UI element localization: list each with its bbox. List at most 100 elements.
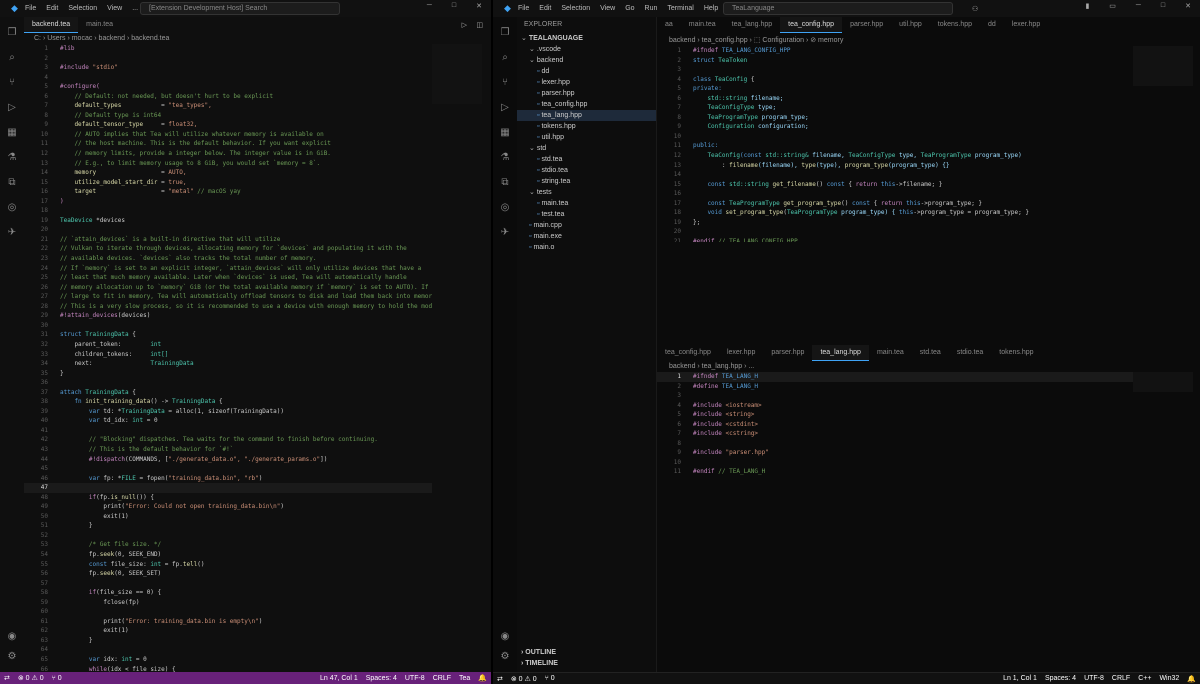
menu-selection[interactable]: Selection [63, 5, 102, 12]
editor-tab[interactable]: lexer.hpp [719, 345, 763, 361]
code-line[interactable]: 14 memory = AUTO, [24, 168, 432, 178]
tree-file[interactable]: ▫ main.exe [517, 231, 656, 242]
code-line[interactable]: 11 // the host machine. This is the defa… [24, 139, 432, 149]
code-line[interactable]: 9 #include "parser.hpp" [657, 448, 1133, 458]
indentation[interactable]: Spaces: 4 [362, 675, 401, 682]
code-line[interactable]: 9 Configuration configuration; [657, 122, 1133, 132]
code-line[interactable]: 64 [24, 645, 432, 655]
code-line[interactable]: 22 // Vulkan to iterate through devices, … [24, 244, 432, 254]
tree-file[interactable]: ▫ main.cpp [517, 220, 656, 231]
code-line[interactable]: 55 const file_size: int = fp.tell() [24, 560, 432, 570]
copilot-icon[interactable]: ⚇ [967, 5, 983, 13]
code-line[interactable]: 24 // If `memory` is set to an explicit i… [24, 264, 432, 274]
language-mode[interactable]: C++ [1134, 675, 1155, 682]
editor-tab[interactable]: lexer.hpp [1004, 17, 1048, 33]
account-icon[interactable]: ◉ [501, 631, 510, 642]
code-line[interactable]: 21 // `attain_devices` is a built-in dire… [24, 235, 432, 245]
code-line[interactable]: 56 fp.seek(0, SEEK_SET) [24, 569, 432, 579]
code-line[interactable]: 11 public: [657, 141, 1133, 151]
tree-folder[interactable]: ⌄ tests [517, 187, 656, 198]
problems-indicator[interactable]: ⊗ 0 ⚠ 0 [14, 674, 48, 682]
tree-file[interactable]: ▫ stdio.tea [517, 165, 656, 176]
python-icon[interactable]: ◎ [8, 202, 17, 213]
code-line[interactable]: 46 var fp: *FILE = fopen("training_data.… [24, 474, 432, 484]
rocket-icon[interactable]: ✈ [8, 227, 16, 238]
code-line[interactable]: 4 #include <iostream> [657, 401, 1133, 411]
code-line[interactable]: 14 [657, 170, 1133, 180]
rocket-icon[interactable]: ✈ [501, 227, 509, 238]
code-line[interactable]: 29 #!attain_devices(devices) [24, 311, 432, 321]
editor-tab[interactable]: parser.hpp [763, 345, 812, 361]
extensions-icon[interactable]: ▦ [500, 127, 509, 138]
extensions-icon[interactable]: ▦ [7, 127, 16, 138]
run-debug-icon[interactable]: ▷ [8, 102, 16, 113]
code-line[interactable]: 66 while(idx < file_size) { [24, 665, 432, 672]
code-line[interactable]: 13 : filename(filename), type(type), pro… [657, 161, 1133, 171]
editor-tab[interactable]: tea_lang.hpp [724, 17, 780, 33]
editor-tab[interactable]: parser.hpp [842, 17, 891, 33]
code-line[interactable]: 7 default_types = "tea_types", [24, 101, 432, 111]
code-line[interactable]: 6 #include <cstdint> [657, 420, 1133, 430]
settings-gear-icon[interactable]: ⚙ [8, 651, 17, 662]
editor-tab[interactable]: aa [657, 17, 681, 33]
code-line[interactable]: 15 utilize_model_start_dir = true, [24, 178, 432, 188]
code-line[interactable]: 18 [24, 206, 432, 216]
editor-tab[interactable]: dd [980, 17, 1004, 33]
code-line[interactable]: 13 // E.g., to limit memory usage to 8 G… [24, 159, 432, 169]
top-code-editor[interactable]: 1 #ifndef TEA_LANG_CONFIG_HPP 2 struct TeaT… [657, 46, 1133, 242]
notifications-icon[interactable]: 🔔 [474, 674, 491, 682]
menu-view[interactable]: View [595, 5, 620, 12]
maximize-icon[interactable]: □ [1156, 2, 1170, 10]
code-line[interactable]: 18 void set_program_type(TeaProgramType … [657, 208, 1133, 218]
code-line[interactable]: 48 if(fp.is_null()) { [24, 493, 432, 503]
editor-tab[interactable]: util.hpp [891, 17, 930, 33]
code-line[interactable]: 59 fclose(fp) [24, 598, 432, 608]
tree-file[interactable]: ▫ main.tea [517, 198, 656, 209]
minimap[interactable] [432, 44, 482, 104]
code-line[interactable]: 16 target = "metal" // macOS yay [24, 187, 432, 197]
tree-folder[interactable]: ⌄ TEALANGUAGE [517, 33, 656, 44]
editor-tab[interactable]: std.tea [912, 345, 949, 361]
code-line[interactable]: 12 TeaConfig(const std::string& filename… [657, 151, 1133, 161]
tree-file[interactable]: ▫ tokens.hpp [517, 121, 656, 132]
code-line[interactable]: 62 exit(1) [24, 626, 432, 636]
minimize-icon[interactable]: ─ [1131, 2, 1146, 10]
code-line[interactable]: 5 #configure( [24, 82, 432, 92]
tree-folder[interactable]: ⌄ std [517, 143, 656, 154]
code-line[interactable]: 60 [24, 607, 432, 617]
remote-icon[interactable]: ⧉ [501, 177, 508, 188]
menu-file[interactable]: File [20, 5, 41, 12]
code-line[interactable]: 52 [24, 531, 432, 541]
platform[interactable]: Win32 [1155, 675, 1183, 682]
code-line[interactable]: 8 [657, 439, 1133, 449]
code-line[interactable]: 50 exit(1) [24, 512, 432, 522]
code-line[interactable]: 49 print("Error: Could not open training… [24, 502, 432, 512]
code-line[interactable]: 38 fn init_training_data() -> TrainingDa… [24, 397, 432, 407]
code-line[interactable]: 23 // available devices. `devices` also t… [24, 254, 432, 264]
editor-tab[interactable]: tokens.hpp [930, 17, 980, 33]
source-control-icon[interactable]: ⑂ [9, 77, 15, 88]
tree-file[interactable]: ▫ tea_config.hpp [517, 99, 656, 110]
code-line[interactable]: 1 #lib [24, 44, 432, 54]
code-line[interactable]: 34 next: TrainingData [24, 359, 432, 369]
code-line[interactable]: 44 #!dispatch(COMMANDS, ["./generate_dat… [24, 455, 432, 465]
editor-tab[interactable]: main.tea [681, 17, 724, 33]
code-line[interactable]: 53 /* Get file size. */ [24, 540, 432, 550]
tab-backend-tea[interactable]: backend.tea [24, 17, 79, 33]
tree-file[interactable]: ▫ lexer.hpp [517, 77, 656, 88]
code-line[interactable]: 6 std::string filename; [657, 94, 1133, 104]
code-line[interactable]: 21 #endif // TEA_LANG_CONFIG_HPP [657, 237, 1133, 242]
close-icon[interactable]: ✕ [471, 2, 487, 10]
editor-tab[interactable]: tokens.hpp [991, 345, 1041, 361]
remote-icon[interactable]: ⧉ [8, 177, 15, 188]
code-line[interactable]: 8 TeaProgramType program_type; [657, 113, 1133, 123]
code-line[interactable]: 25 // least that much memory available. L… [24, 273, 432, 283]
code-line[interactable]: 3 #include "stdio" [24, 63, 432, 73]
cursor-position[interactable]: Ln 47, Col 1 [316, 675, 362, 682]
search-icon[interactable]: ⌕ [9, 52, 15, 63]
source-control-icon[interactable]: ⑂ [502, 77, 508, 88]
code-line[interactable]: 4 class TeaConfig { [657, 75, 1133, 85]
tree-file[interactable]: ▫ util.hpp [517, 132, 656, 143]
encoding[interactable]: UTF-8 [401, 675, 429, 682]
command-center-search[interactable]: [Extension Development Host] Search [140, 2, 340, 15]
